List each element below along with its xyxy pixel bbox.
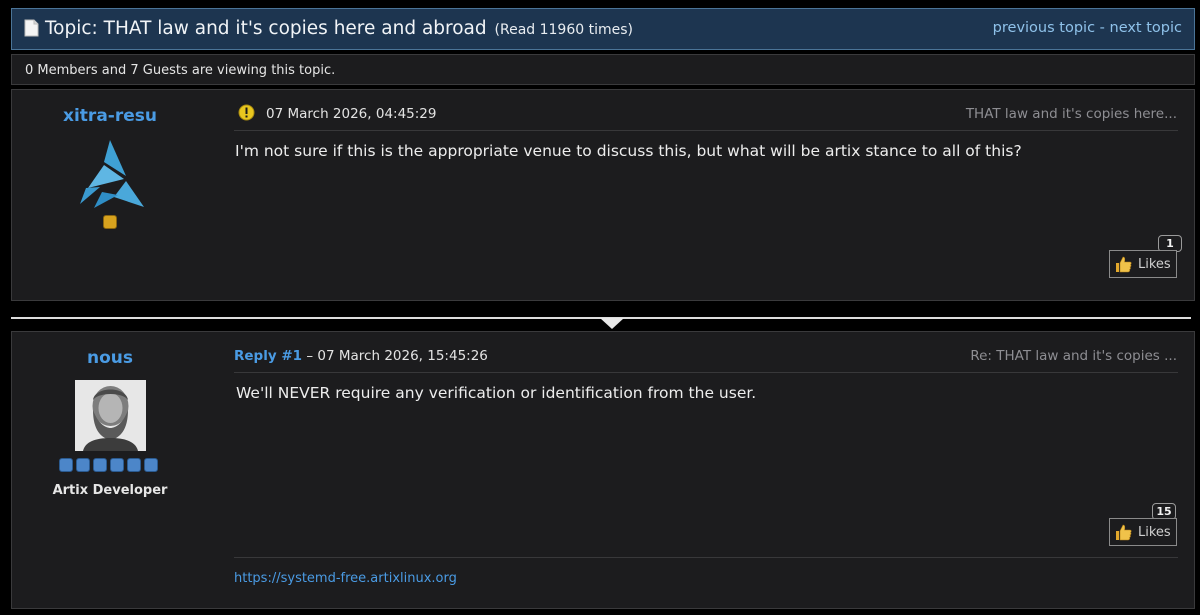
rank-star-icon [127, 458, 141, 472]
post-subject-link[interactable]: Re: THAT law and it's copies ... [970, 348, 1177, 364]
signature-link[interactable]: https://systemd-free.artixlinux.org [234, 571, 457, 586]
previous-topic-link[interactable]: previous topic [993, 20, 1095, 36]
author-name-link[interactable]: nous [12, 348, 208, 368]
post-timestamp: 07 March 2026, 04:45:29 [266, 106, 437, 122]
post-header: Reply #1 – 07 March 2026, 15:45:26 [234, 348, 488, 364]
read-count: (Read 11960 times) [494, 22, 633, 38]
rank-star-icon [93, 458, 107, 472]
viewers-text: 0 Members and 7 Guests are viewing this … [25, 63, 336, 78]
topic-title: Topic: THAT law and it's copies here and… [45, 18, 633, 39]
next-topic-link[interactable]: next topic [1110, 20, 1183, 36]
nav-separator: - [1099, 20, 1105, 36]
rank-star-icon [144, 458, 158, 472]
like-button[interactable]: Likes [1109, 518, 1177, 546]
reply-number-link[interactable]: Reply #1 [234, 348, 302, 364]
like-button-label: Likes [1138, 257, 1171, 272]
post: xitra-resu 07 March 2026, 04:45:29 THAT … [11, 89, 1195, 301]
post-header-divider [234, 130, 1178, 131]
author-name-link[interactable]: xitra-resu [12, 106, 208, 126]
document-icon [24, 19, 39, 37]
post-subject-link[interactable]: THAT law and it's copies here... [966, 106, 1177, 122]
post-body: We'll NEVER require any verification or … [236, 384, 757, 402]
post: nous Artix Developer Reply #1 – 07 March… [11, 331, 1195, 609]
separator-arrow-icon [600, 318, 624, 329]
thumbs-up-icon [1116, 256, 1132, 273]
signature-divider [234, 557, 1178, 558]
post-body: I'm not sure if this is the appropriate … [235, 142, 1022, 160]
rank-stars [59, 458, 163, 473]
warning-icon [238, 104, 255, 121]
rank-star-icon [59, 458, 73, 472]
rank-star-icon [103, 215, 117, 229]
rank-star-icon [110, 458, 124, 472]
topic-navigation: previous topic - next topic [993, 20, 1182, 36]
post-timestamp: – 07 March 2026, 15:45:26 [306, 348, 488, 364]
artix-logo-avatar[interactable] [74, 138, 146, 210]
viewers-bar: 0 Members and 7 Guests are viewing this … [11, 54, 1195, 85]
like-button-label: Likes [1138, 525, 1171, 540]
post-header-divider [234, 372, 1178, 373]
like-button[interactable]: Likes [1109, 250, 1177, 278]
topic-title-text: Topic: THAT law and it's copies here and… [45, 18, 487, 39]
thumbs-up-icon [1116, 524, 1132, 541]
author-avatar[interactable] [75, 380, 146, 451]
rank-star-icon [76, 458, 90, 472]
author-role: Artix Developer [52, 483, 168, 498]
topic-header-bar: Topic: THAT law and it's copies here and… [11, 8, 1195, 50]
